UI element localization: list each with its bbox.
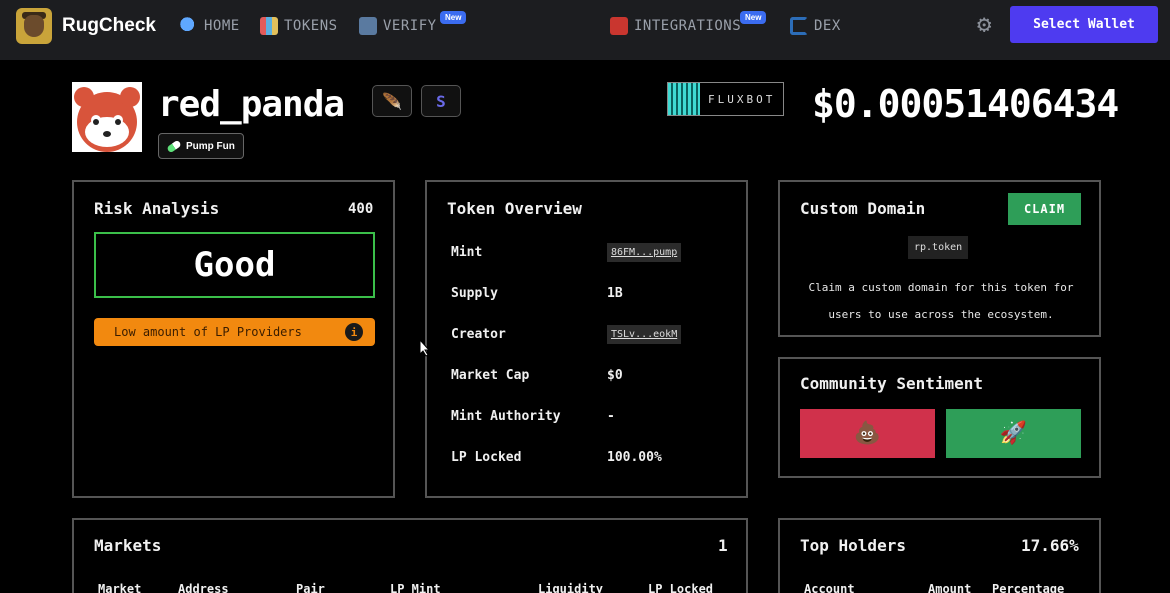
overview-label-supply: Supply: [451, 286, 498, 301]
tokens-icon: [260, 17, 278, 35]
overview-mint-authority-value: -: [607, 409, 615, 424]
markets-panel: Markets 1 Market Address Pair LP Mint Li…: [72, 518, 748, 593]
nav-integrations[interactable]: INTEGRATIONS: [610, 17, 741, 35]
overview-label-mint-authority: Mint Authority: [451, 409, 561, 424]
holders-title: Top Holders: [800, 536, 906, 555]
risk-warning[interactable]: Low amount of LP Providers i: [94, 318, 375, 346]
custom-domain-panel: Custom Domain CLAIM rp.token Claim a cus…: [778, 180, 1101, 337]
bird-icon: 🪶: [382, 91, 402, 111]
info-icon[interactable]: i: [345, 323, 363, 341]
select-wallet-button[interactable]: Select Wallet: [1010, 6, 1158, 43]
overview-market-cap-value: $0: [607, 368, 623, 383]
fluxbot-banner[interactable]: FLUXBOT: [667, 82, 784, 116]
token-name: red_panda: [158, 84, 345, 125]
nav-integrations-label: INTEGRATIONS: [634, 18, 742, 34]
overview-creator-address[interactable]: TSLv...eokM: [607, 325, 682, 344]
poop-icon: 💩: [853, 421, 882, 446]
overview-title: Token Overview: [447, 199, 582, 218]
nav-home[interactable]: HOME: [180, 17, 240, 35]
nav-verify-label: VERIFY: [383, 18, 437, 34]
top-nav: RugCheck HOME TOKENS VERIFY New INTEGRAT…: [0, 0, 1170, 60]
solana-icon: S: [436, 91, 446, 111]
token-avatar: [72, 82, 142, 152]
bullish-vote-button[interactable]: 🚀: [946, 409, 1081, 458]
fluxbot-label: FLUXBOT: [708, 92, 776, 106]
dex-icon: [790, 17, 808, 35]
mouse-cursor-icon: [419, 339, 431, 357]
domain-description: Claim a custom domain for this token for…: [808, 281, 1074, 321]
shield-icon: [359, 17, 377, 35]
overview-label-creator: Creator: [451, 327, 506, 342]
overview-label-mint: Mint: [451, 245, 483, 260]
claim-button[interactable]: CLAIM: [1008, 193, 1081, 225]
risk-title: Risk Analysis: [94, 199, 220, 218]
risk-rating: Good: [94, 232, 375, 298]
markets-col-lp-mint: LP Mint: [390, 582, 441, 593]
integrations-new-badge: New: [740, 11, 767, 24]
community-sentiment-panel: Community Sentiment 💩 🚀: [778, 357, 1101, 478]
holders-col-amount: Amount: [928, 582, 972, 593]
verify-new-badge: New: [440, 11, 467, 24]
sentiment-title: Community Sentiment: [800, 374, 984, 393]
nav-dex[interactable]: DEX: [790, 17, 841, 35]
pill-icon: [166, 139, 182, 153]
rocket-icon: 🚀: [999, 421, 1028, 446]
holders-percentage: 17.66%: [1021, 536, 1079, 555]
markets-col-lp-locked: LP Locked: [648, 582, 714, 593]
overview-label-market-cap: Market Cap: [451, 368, 530, 383]
markets-count: 1: [718, 536, 728, 555]
overview-lp-locked-value: 100.00%: [607, 450, 662, 465]
top-holders-panel: Top Holders 17.66% Account Amount Percen…: [778, 518, 1101, 593]
domain-title: Custom Domain: [800, 199, 926, 218]
platform-tag[interactable]: Pump Fun: [158, 133, 244, 159]
bearish-vote-button[interactable]: 💩: [800, 409, 935, 458]
markets-col-liquidity: Liquidity: [538, 582, 604, 593]
holders-col-account: Account: [804, 582, 855, 593]
search-icon: [180, 17, 198, 35]
markets-title: Markets: [94, 536, 162, 555]
markets-col-address: Address: [178, 582, 229, 593]
solana-link-button[interactable]: S: [421, 85, 461, 117]
rugcheck-logo-icon[interactable]: [16, 8, 52, 44]
brand-name[interactable]: RugCheck: [62, 15, 156, 37]
markets-col-pair: Pair: [296, 582, 325, 593]
risk-score: 400: [348, 201, 374, 217]
risk-warning-label: Low amount of LP Providers: [114, 325, 302, 339]
nav-verify[interactable]: VERIFY: [359, 17, 437, 35]
social-link-button[interactable]: 🪶: [372, 85, 412, 117]
nav-tokens[interactable]: TOKENS: [260, 17, 338, 35]
overview-label-lp-locked: LP Locked: [451, 450, 522, 465]
overview-mint-address[interactable]: 86FM...pump: [607, 243, 682, 262]
holders-col-percentage: Percentage: [992, 582, 1065, 593]
platform-label: Pump Fun: [186, 140, 235, 152]
risk-analysis-panel: Risk Analysis 400 Good Low amount of LP …: [72, 180, 395, 498]
markets-col-market: Market: [98, 582, 142, 593]
token-overview-panel: Token Overview Mint 86FM...pump Supply 1…: [425, 180, 748, 498]
fluxbot-logo-icon: [668, 83, 700, 115]
nav-dex-label: DEX: [814, 18, 841, 34]
nav-tokens-label: TOKENS: [284, 18, 338, 34]
nav-home-label: HOME: [204, 18, 240, 34]
overview-supply-value: 1B: [607, 286, 623, 301]
gear-icon[interactable]: ⚙: [977, 12, 991, 36]
domain-tag: rp.token: [908, 236, 969, 259]
integrations-icon: [610, 17, 628, 35]
token-price: $0.00051406434: [812, 82, 1119, 126]
